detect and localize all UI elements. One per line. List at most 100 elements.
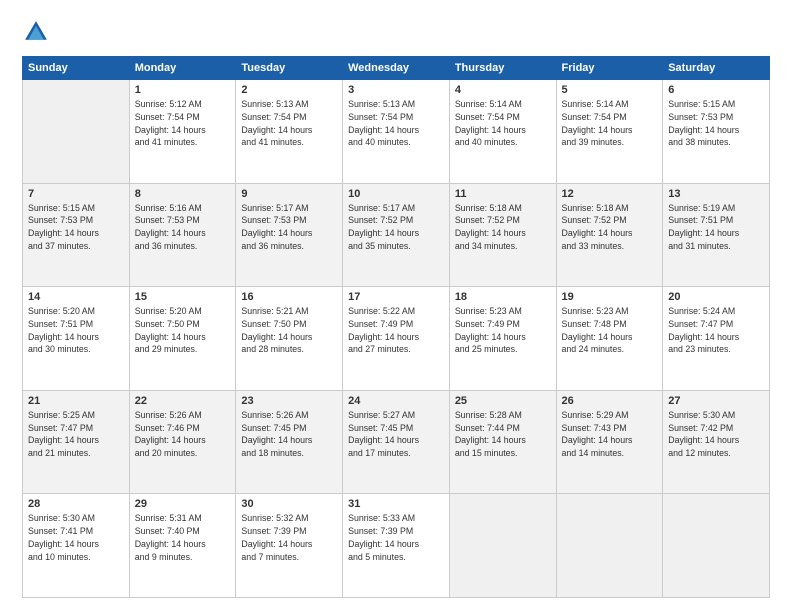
cell-info: Sunrise: 5:27 AMSunset: 7:45 PMDaylight:… <box>348 409 444 460</box>
cell-info: Sunrise: 5:25 AMSunset: 7:47 PMDaylight:… <box>28 409 124 460</box>
day-number: 24 <box>348 395 444 407</box>
calendar-cell: 30 Sunrise: 5:32 AMSunset: 7:39 PMDayligh… <box>236 494 343 598</box>
calendar-header-wednesday: Wednesday <box>343 57 450 80</box>
day-number: 21 <box>28 395 124 407</box>
cell-info: Sunrise: 5:21 AMSunset: 7:50 PMDaylight:… <box>241 305 337 356</box>
calendar-cell: 18 Sunrise: 5:23 AMSunset: 7:49 PMDayligh… <box>449 287 556 391</box>
calendar-cell <box>23 80 130 184</box>
cell-info: Sunrise: 5:23 AMSunset: 7:48 PMDaylight:… <box>562 305 658 356</box>
calendar-cell: 29Sunrise: 5:31 AMSunset: 7:40 PMDayligh… <box>129 494 236 598</box>
calendar-header-thursday: Thursday <box>449 57 556 80</box>
cell-info: Sunrise: 5:16 AMSunset: 7:53 PMDaylight:… <box>135 202 231 253</box>
cell-info: Sunrise: 5:26 AMSunset: 7:46 PMDaylight:… <box>135 409 231 460</box>
calendar-cell: 12 Sunrise: 5:18 AMSunset: 7:52 PMDayligh… <box>556 183 663 287</box>
calendar-cell: 5 Sunrise: 5:14 AMSunset: 7:54 PMDaylight… <box>556 80 663 184</box>
day-number: 14 <box>28 291 124 303</box>
calendar-cell: 2 Sunrise: 5:13 AMSunset: 7:54 PMDaylight… <box>236 80 343 184</box>
day-number: 20 <box>668 291 764 303</box>
calendar-week-3: 14Sunrise: 5:20 AMSunset: 7:51 PMDayligh… <box>23 287 770 391</box>
calendar-cell: 15 Sunrise: 5:20 AMSunset: 7:50 PMDayligh… <box>129 287 236 391</box>
calendar-cell <box>449 494 556 598</box>
cell-info: Sunrise: 5:13 AMSunset: 7:54 PMDaylight:… <box>241 98 337 149</box>
day-number: 22 <box>135 395 231 407</box>
calendar-header-monday: Monday <box>129 57 236 80</box>
calendar-cell: 28 Sunrise: 5:30 AMSunset: 7:41 PMDayligh… <box>23 494 130 598</box>
day-number: 9 <box>241 188 337 200</box>
cell-info: Sunrise: 5:30 AMSunset: 7:41 PMDaylight:… <box>28 512 124 563</box>
day-number: 26 <box>562 395 658 407</box>
calendar-header-row: SundayMondayTuesdayWednesdayThursdayFrid… <box>23 57 770 80</box>
cell-info: Sunrise: 5:26 AMSunset: 7:45 PMDaylight:… <box>241 409 337 460</box>
calendar-week-4: 21 Sunrise: 5:25 AMSunset: 7:47 PMDayligh… <box>23 390 770 494</box>
day-number: 23 <box>241 395 337 407</box>
calendar-week-2: 7Sunrise: 5:15 AMSunset: 7:53 PMDaylight… <box>23 183 770 287</box>
calendar-cell: 26Sunrise: 5:29 AMSunset: 7:43 PMDayligh… <box>556 390 663 494</box>
calendar-cell: 21 Sunrise: 5:25 AMSunset: 7:47 PMDayligh… <box>23 390 130 494</box>
cell-info: Sunrise: 5:12 AMSunset: 7:54 PMDaylight:… <box>135 98 231 149</box>
calendar-cell: 4 Sunrise: 5:14 AMSunset: 7:54 PMDaylight… <box>449 80 556 184</box>
day-number: 12 <box>562 188 658 200</box>
calendar-cell: 1 Sunrise: 5:12 AMSunset: 7:54 PMDaylight… <box>129 80 236 184</box>
day-number: 2 <box>241 84 337 96</box>
header <box>22 18 770 46</box>
calendar-cell: 7Sunrise: 5:15 AMSunset: 7:53 PMDaylight… <box>23 183 130 287</box>
cell-info: Sunrise: 5:14 AMSunset: 7:54 PMDaylight:… <box>562 98 658 149</box>
calendar-cell <box>663 494 770 598</box>
day-number: 1 <box>135 84 231 96</box>
calendar-cell <box>556 494 663 598</box>
day-number: 10 <box>348 188 444 200</box>
calendar-cell: 3 Sunrise: 5:13 AMSunset: 7:54 PMDaylight… <box>343 80 450 184</box>
calendar-header-sunday: Sunday <box>23 57 130 80</box>
calendar-cell: 31 Sunrise: 5:33 AMSunset: 7:39 PMDayligh… <box>343 494 450 598</box>
calendar-cell: 22 Sunrise: 5:26 AMSunset: 7:46 PMDayligh… <box>129 390 236 494</box>
calendar-cell: 24 Sunrise: 5:27 AMSunset: 7:45 PMDayligh… <box>343 390 450 494</box>
cell-info: Sunrise: 5:28 AMSunset: 7:44 PMDaylight:… <box>455 409 551 460</box>
calendar-header-tuesday: Tuesday <box>236 57 343 80</box>
cell-info: Sunrise: 5:23 AMSunset: 7:49 PMDaylight:… <box>455 305 551 356</box>
logo-icon <box>22 18 50 46</box>
calendar-cell: 11 Sunrise: 5:18 AMSunset: 7:52 PMDayligh… <box>449 183 556 287</box>
day-number: 13 <box>668 188 764 200</box>
day-number: 3 <box>348 84 444 96</box>
calendar-cell: 8 Sunrise: 5:16 AMSunset: 7:53 PMDaylight… <box>129 183 236 287</box>
cell-info: Sunrise: 5:18 AMSunset: 7:52 PMDaylight:… <box>455 202 551 253</box>
calendar-cell: 16 Sunrise: 5:21 AMSunset: 7:50 PMDayligh… <box>236 287 343 391</box>
cell-info: Sunrise: 5:17 AMSunset: 7:53 PMDaylight:… <box>241 202 337 253</box>
calendar-cell: 23 Sunrise: 5:26 AMSunset: 7:45 PMDayligh… <box>236 390 343 494</box>
calendar-table: SundayMondayTuesdayWednesdayThursdayFrid… <box>22 56 770 598</box>
calendar-header-friday: Friday <box>556 57 663 80</box>
cell-info: Sunrise: 5:13 AMSunset: 7:54 PMDaylight:… <box>348 98 444 149</box>
calendar-cell: 10 Sunrise: 5:17 AMSunset: 7:52 PMDayligh… <box>343 183 450 287</box>
day-number: 25 <box>455 395 551 407</box>
cell-info: Sunrise: 5:22 AMSunset: 7:49 PMDaylight:… <box>348 305 444 356</box>
day-number: 8 <box>135 188 231 200</box>
day-number: 31 <box>348 498 444 510</box>
day-number: 27 <box>668 395 764 407</box>
cell-info: Sunrise: 5:18 AMSunset: 7:52 PMDaylight:… <box>562 202 658 253</box>
cell-info: Sunrise: 5:31 AMSunset: 7:40 PMDaylight:… <box>135 512 231 563</box>
day-number: 16 <box>241 291 337 303</box>
calendar-week-1: 1 Sunrise: 5:12 AMSunset: 7:54 PMDaylight… <box>23 80 770 184</box>
day-number: 18 <box>455 291 551 303</box>
day-number: 4 <box>455 84 551 96</box>
calendar-cell: 27 Sunrise: 5:30 AMSunset: 7:42 PMDayligh… <box>663 390 770 494</box>
cell-info: Sunrise: 5:20 AMSunset: 7:50 PMDaylight:… <box>135 305 231 356</box>
calendar-cell: 9 Sunrise: 5:17 AMSunset: 7:53 PMDaylight… <box>236 183 343 287</box>
calendar-header-saturday: Saturday <box>663 57 770 80</box>
cell-info: Sunrise: 5:17 AMSunset: 7:52 PMDaylight:… <box>348 202 444 253</box>
calendar-cell: 13Sunrise: 5:19 AMSunset: 7:51 PMDayligh… <box>663 183 770 287</box>
day-number: 17 <box>348 291 444 303</box>
day-number: 30 <box>241 498 337 510</box>
day-number: 5 <box>562 84 658 96</box>
cell-info: Sunrise: 5:14 AMSunset: 7:54 PMDaylight:… <box>455 98 551 149</box>
day-number: 28 <box>28 498 124 510</box>
calendar-cell: 17 Sunrise: 5:22 AMSunset: 7:49 PMDayligh… <box>343 287 450 391</box>
day-number: 15 <box>135 291 231 303</box>
day-number: 11 <box>455 188 551 200</box>
cell-info: Sunrise: 5:33 AMSunset: 7:39 PMDaylight:… <box>348 512 444 563</box>
calendar-cell: 25 Sunrise: 5:28 AMSunset: 7:44 PMDayligh… <box>449 390 556 494</box>
calendar-cell: 14Sunrise: 5:20 AMSunset: 7:51 PMDayligh… <box>23 287 130 391</box>
cell-info: Sunrise: 5:32 AMSunset: 7:39 PMDaylight:… <box>241 512 337 563</box>
cell-info: Sunrise: 5:30 AMSunset: 7:42 PMDaylight:… <box>668 409 764 460</box>
logo <box>22 18 54 46</box>
